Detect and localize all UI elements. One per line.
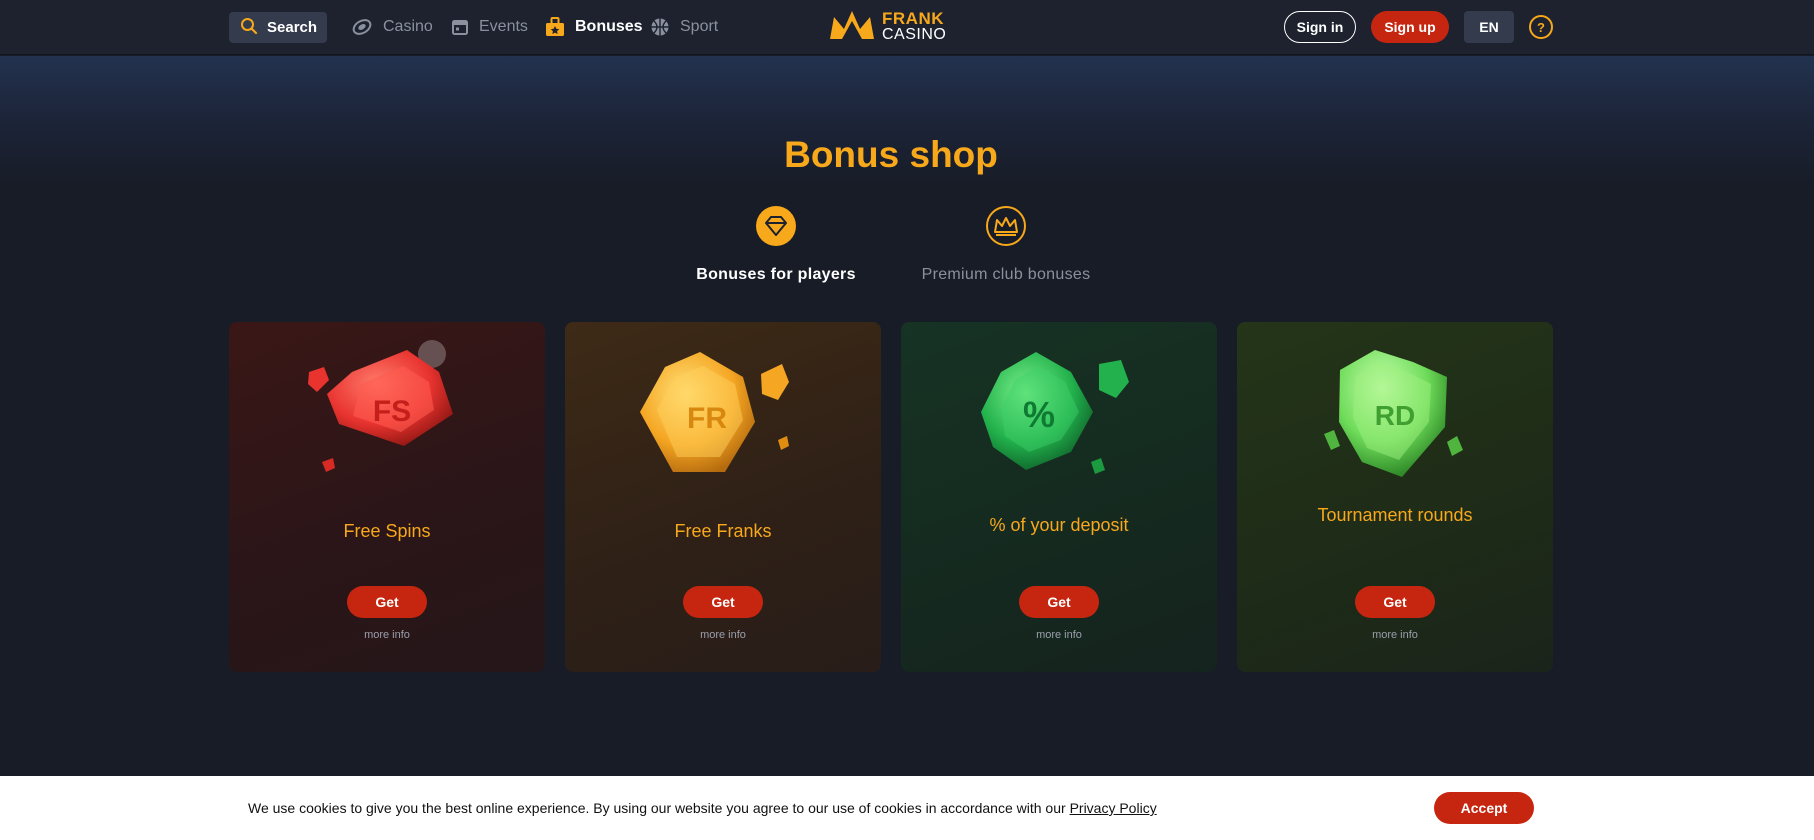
casino-chip-icon (351, 16, 373, 38)
get-tournament-rounds-button[interactable]: Get (1355, 586, 1435, 618)
nav-bonuses[interactable]: Bonuses (545, 14, 643, 40)
get-deposit-bonus-button[interactable]: Get (1019, 586, 1099, 618)
lime-gem-icon: RD (1237, 322, 1553, 492)
help-icon[interactable]: ? (1529, 15, 1553, 39)
search-label: Search (267, 19, 318, 36)
crown-icon (986, 206, 1026, 246)
tab-bonuses-for-players-label: Bonuses for players (696, 266, 856, 283)
tab-bonuses-for-players[interactable]: Bonuses for players (676, 206, 876, 284)
bonus-card-tournament-rounds: RD Tournament rounds Get more info (1237, 322, 1553, 672)
calendar-icon (451, 18, 469, 36)
more-info-link[interactable]: more info (901, 629, 1217, 641)
search-button[interactable]: Search (229, 12, 327, 43)
bonus-card-title: Tournament rounds (1317, 505, 1473, 525)
logo-line-1: FRANK (882, 9, 944, 28)
cookie-text: We use cookies to give you the best onli… (248, 800, 1157, 816)
green-gem-icon: % (901, 322, 1217, 492)
deposit-badge: % (1023, 394, 1055, 435)
frank-casino-logo[interactable]: FRANK CASINO (828, 9, 946, 45)
get-free-spins-button[interactable]: Get (347, 586, 427, 618)
get-free-franks-button[interactable]: Get (683, 586, 763, 618)
sign-in-button[interactable]: Sign in (1284, 11, 1356, 43)
nav-sport-label: Sport (680, 18, 719, 35)
more-info-link[interactable]: more info (229, 629, 545, 641)
accept-cookies-button[interactable]: Accept (1434, 792, 1534, 824)
nav-casino[interactable]: Casino (351, 14, 433, 40)
bonus-card-title: Free Spins (343, 521, 431, 541)
bonus-card-title: % of your deposit (989, 515, 1129, 535)
nav-events[interactable]: Events (451, 14, 528, 40)
free-franks-badge: FR (687, 402, 727, 435)
crown-logo-icon (828, 9, 876, 46)
language-selector[interactable]: EN (1464, 11, 1514, 43)
search-icon (240, 17, 258, 39)
diamond-icon (756, 206, 796, 246)
bonus-card-title: Free Franks (674, 521, 772, 541)
privacy-policy-link[interactable]: Privacy Policy (1070, 800, 1157, 816)
ball-icon (650, 17, 670, 37)
logo-line-2: CASINO (882, 26, 947, 43)
more-info-link[interactable]: more info (1237, 629, 1553, 641)
page-title: Bonus shop (784, 134, 998, 175)
nav-bonuses-label: Bonuses (575, 18, 643, 35)
bonus-card-free-spins: FS Free Spins Get more info (229, 322, 545, 672)
orange-gem-icon: FR (565, 322, 881, 492)
top-header: Search Casino Events Bonuses Sport FRANK… (0, 0, 1814, 55)
bonus-card-deposit: % % of your deposit Get more info (901, 322, 1217, 672)
gift-icon (545, 17, 565, 37)
cookie-banner: We use cookies to give you the best onli… (0, 776, 1814, 840)
nav-sport[interactable]: Sport (650, 14, 718, 40)
sign-up-button[interactable]: Sign up (1371, 11, 1449, 43)
more-info-link[interactable]: more info (565, 629, 881, 641)
bonus-card-free-franks: FR Free Franks Get more info (565, 322, 881, 672)
red-gem-icon: FS (229, 322, 545, 492)
nav-events-label: Events (479, 18, 528, 35)
cookie-message: We use cookies to give you the best onli… (248, 800, 1066, 816)
tournament-rounds-badge: RD (1375, 400, 1415, 431)
nav-casino-label: Casino (383, 18, 433, 35)
tab-premium-club-bonuses[interactable]: Premium club bonuses (906, 206, 1106, 284)
free-spins-badge: FS (373, 395, 411, 428)
tab-premium-club-bonuses-label: Premium club bonuses (921, 266, 1091, 283)
